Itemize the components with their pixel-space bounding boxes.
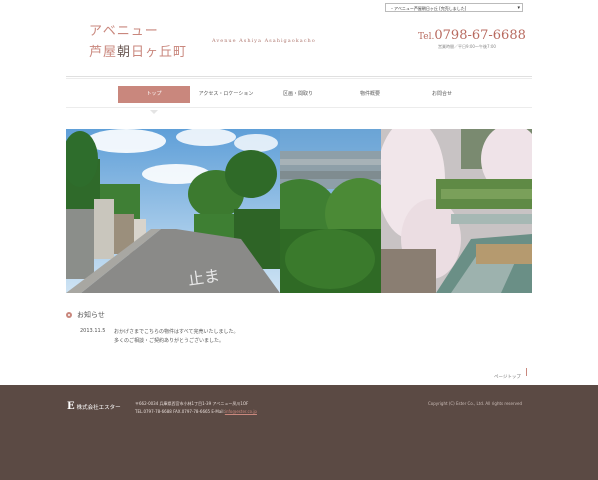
footer-company-name: 株式会社エスター [76, 404, 121, 411]
news-text-line1: おかげさまでこちらの物件はすべて完売いたしました。 [114, 329, 239, 335]
logo-line2-b: 朝 [117, 45, 132, 60]
logo-line2-a: 芦屋 [89, 45, 118, 60]
footer-tel-fax: TEL.0797-78-6688 FAX.0797-78-6665 [135, 409, 211, 414]
news-heading: お知らせ [66, 310, 105, 320]
hero-photos: 止ま [66, 129, 532, 293]
footer-mail-label: E-Mail: [211, 409, 225, 414]
logo-line2-c: 日ヶ丘町 [131, 45, 188, 60]
header-divider [66, 76, 532, 77]
footer-email-link[interactable]: info@ester.co.jp [225, 409, 257, 414]
nav-item-top[interactable]: トップ [118, 86, 190, 103]
news-date: 2013.11.5 [80, 328, 106, 334]
nav-active-indicator [150, 110, 158, 114]
pagetop-indicator [526, 368, 527, 376]
property-select[interactable]: ・アベニュー芦屋朝日ヶ丘 [完売しました] ▾ [385, 3, 523, 12]
site-tagline: Avenue Ashiya Asahigaokacho [212, 38, 316, 44]
chevron-down-icon: ▾ [517, 5, 520, 11]
nav-divider [66, 107, 532, 108]
footer-company-logo: E 株式会社エスター [67, 401, 121, 412]
nav-item-access[interactable]: アクセス・ロケーション [190, 86, 262, 103]
cherry-blossom-photo [381, 129, 532, 293]
logo-line2: 芦屋朝日ヶ丘町 [89, 41, 187, 60]
business-hours: 営業時間／平日9:00～午後7:00 [438, 44, 496, 49]
news-text-line2: 多くのご相談・ご契約ありがとうございました。 [114, 338, 225, 344]
nav-item-overview[interactable]: 物件概要 [334, 86, 406, 103]
site-footer [0, 385, 598, 480]
bullet-icon [66, 312, 72, 318]
street-photo: 止ま [66, 129, 280, 293]
nav-item-plans[interactable]: 区画・間取り [262, 86, 334, 103]
phone-number: Tel.0798-67-6688 [418, 28, 526, 43]
tel-prefix: Tel. [418, 32, 435, 42]
site-logo[interactable]: アベニュー 芦屋朝日ヶ丘町 [89, 20, 187, 60]
news-heading-label: お知らせ [77, 311, 105, 319]
tel-number: 0798-67-6688 [434, 28, 526, 43]
property-select-value: ・アベニュー芦屋朝日ヶ丘 [完売しました] [390, 6, 467, 11]
main-nav: トップ アクセス・ロケーション 区画・間取り 物件概要 お問合せ [118, 86, 478, 103]
page-top-link[interactable]: ページトップ [494, 374, 521, 380]
city-view-photo [280, 129, 381, 293]
logo-line1: アベニュー [89, 24, 159, 39]
footer-contact: TEL.0797-78-6688 FAX.0797-78-6665 E-Mail… [135, 409, 257, 414]
footer-address: 〒662-0034 兵庫県西宮市小林1丁目1-39 アベニュー夙川1OF [135, 401, 249, 406]
company-logo-icon: E [67, 401, 75, 412]
footer-copyright: Copyright (C) Ester Co., Ltd. All rights… [428, 401, 522, 406]
nav-item-contact[interactable]: お問合せ [406, 86, 478, 103]
header-divider-secondary [66, 78, 532, 79]
